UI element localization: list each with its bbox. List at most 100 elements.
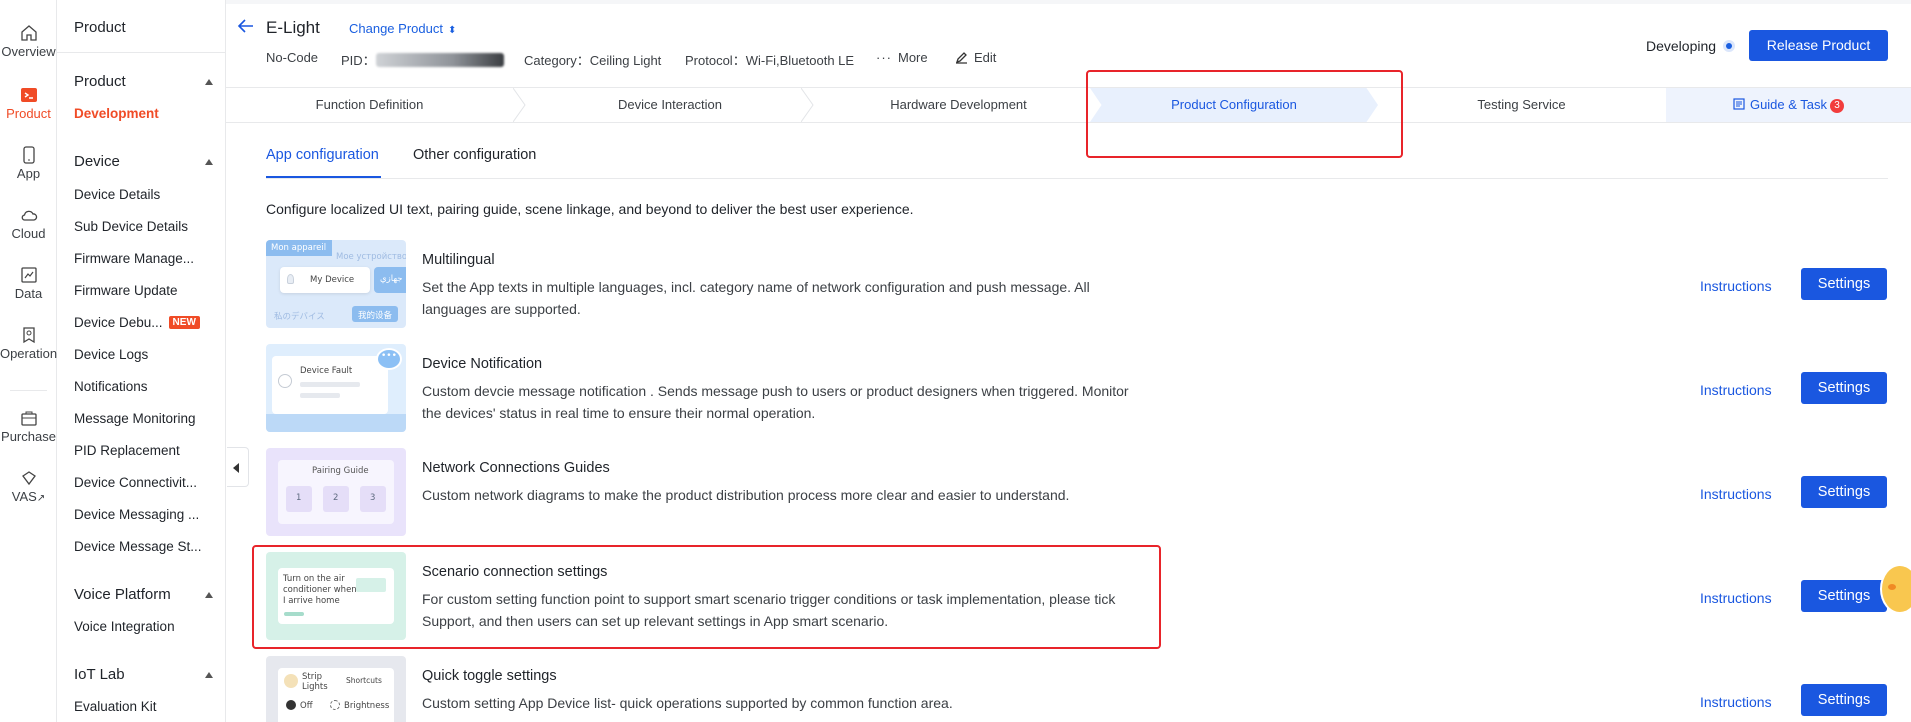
step-device-interaction[interactable]: Device Interaction [527, 88, 813, 122]
group-label: IoT Lab [74, 666, 125, 683]
rail-app[interactable]: App [0, 146, 57, 181]
thumb-text: Мое устройство [336, 252, 406, 262]
settings-button[interactable]: Settings [1801, 268, 1887, 300]
group-voice-platform[interactable]: Voice Platform [74, 586, 213, 603]
phone-icon [22, 146, 35, 164]
nav-item-device-message-stats[interactable]: Device Message St... [74, 539, 202, 554]
group-label: Device [74, 153, 120, 170]
rail-data[interactable]: Data [0, 266, 57, 301]
nav-item-sub-device-details[interactable]: Sub Device Details [74, 219, 188, 234]
divider [57, 52, 225, 53]
row-title: Device Notification [422, 356, 543, 372]
tab-other-configuration[interactable]: Other configuration [413, 147, 536, 163]
change-product-label: Change Product [349, 21, 443, 36]
instructions-link[interactable]: Instructions [1700, 382, 1772, 398]
rail-operation[interactable]: Operation [0, 326, 57, 361]
settings-button[interactable]: Settings [1801, 476, 1887, 508]
multilingual-thumbnail: Mon appareil Мое устройство My Device جه… [266, 240, 406, 328]
thumb-text: Shortcuts [346, 676, 382, 685]
rail-purchase[interactable]: Purchase [0, 409, 57, 444]
thumb-line [300, 393, 340, 398]
pid-field: PID： [341, 50, 504, 69]
rail-vas[interactable]: VAS↗ [0, 469, 57, 504]
group-label: Product [74, 73, 126, 90]
rail-divider [10, 390, 47, 391]
edit-pencil-icon [955, 52, 967, 64]
nav-item-pid-replacement[interactable]: PID Replacement [74, 443, 180, 458]
caret-up-icon [205, 79, 213, 85]
instructions-link[interactable]: Instructions [1700, 486, 1772, 502]
thumb-text: 2 [333, 493, 339, 503]
step-testing-service[interactable]: Testing Service [1378, 88, 1665, 122]
guide-task-button[interactable]: Guide & Task 3 [1666, 88, 1911, 122]
thumb-text: 我的设备 [358, 311, 393, 321]
more-dots-icon: ··· [876, 50, 892, 65]
row-description: Custom setting App Device list- quick op… [422, 695, 953, 711]
rail-label: Cloud [11, 226, 46, 241]
icon-rail: Overview Product App Cloud Data Operatio… [0, 0, 57, 722]
nav-item-voice-integration[interactable]: Voice Integration [74, 619, 175, 634]
home-icon [20, 25, 37, 41]
nav-item-device-logs[interactable]: Device Logs [74, 347, 148, 362]
nav-item-notifications[interactable]: Notifications [74, 379, 148, 394]
category-value: Ceiling Light [589, 53, 662, 68]
rail-label: Overview [1, 44, 56, 59]
product-icon [20, 88, 37, 102]
developing-status: Developing [1646, 38, 1733, 54]
thumb-text: جهازي [380, 274, 403, 284]
release-product-button[interactable]: Release Product [1749, 30, 1888, 61]
settings-button[interactable]: Settings [1801, 580, 1887, 612]
assistant-mascot-icon[interactable] [1882, 566, 1911, 612]
caret-up-icon [205, 592, 213, 598]
config-row-device-notification: Device Fault ••• Device Notification Cus… [266, 344, 1888, 432]
step-function-definition[interactable]: Function Definition [226, 88, 513, 122]
thumb-text: Strip [302, 672, 322, 682]
nav-item-message-monitoring[interactable]: Message Monitoring [74, 411, 196, 426]
notification-thumbnail: Device Fault ••• [266, 344, 406, 432]
group-iot-lab[interactable]: IoT Lab [74, 666, 213, 683]
more-label: More [898, 50, 928, 65]
more-button[interactable]: ··· More [876, 50, 928, 65]
rail-label: VAS↗ [0, 489, 63, 504]
highlight-box-product-configuration [1086, 70, 1403, 158]
collapse-sidebar-button[interactable] [227, 447, 249, 487]
edit-button[interactable]: Edit [955, 50, 996, 65]
nav-item-evaluation-kit[interactable]: Evaluation Kit [74, 699, 157, 714]
protocol-label: Protocol： [685, 53, 746, 68]
nav-item-device-debug[interactable]: Device Debu... NEW [74, 315, 200, 330]
nav-item-label: Device Debu... [74, 315, 163, 330]
change-product-dropdown[interactable]: Change Product ⬍ [349, 21, 456, 36]
settings-button[interactable]: Settings [1801, 372, 1887, 404]
nav-item-device-connectivity[interactable]: Device Connectivit... [74, 475, 197, 490]
settings-button[interactable]: Settings [1801, 684, 1887, 716]
instructions-link[interactable]: Instructions [1700, 590, 1772, 606]
nav-item-firmware-update[interactable]: Firmware Update [74, 283, 178, 298]
protocol-value: Wi-Fi,Bluetooth LE [745, 53, 855, 68]
rail-overview[interactable]: Overview [0, 24, 57, 59]
instructions-link[interactable]: Instructions [1700, 278, 1772, 294]
cloud-icon [21, 210, 37, 221]
step-bar: Function Definition Device Interaction H… [226, 87, 1911, 123]
back-arrow-icon[interactable] [237, 18, 255, 34]
pid-value-masked [375, 53, 504, 67]
secondary-nav: Product Product Development Device Devic… [57, 0, 226, 722]
intro-text: Configure localized UI text, pairing gui… [266, 201, 914, 217]
nav-item-development[interactable]: Development [74, 106, 159, 121]
no-code-label: No-Code [266, 50, 319, 65]
group-device[interactable]: Device [74, 153, 213, 170]
rail-label: Operation [0, 346, 58, 361]
nav-item-device-details[interactable]: Device Details [74, 187, 160, 202]
config-row-network-guides: Pairing Guide 1 2 3 Network Connections … [266, 448, 1888, 536]
step-hardware-development[interactable]: Hardware Development [815, 88, 1102, 122]
rail-cloud[interactable]: Cloud [0, 206, 57, 241]
nav-item-device-messaging[interactable]: Device Messaging ... [74, 507, 199, 522]
diamond-icon [21, 471, 36, 486]
instructions-link[interactable]: Instructions [1700, 694, 1772, 710]
mascot-beak [1888, 584, 1896, 590]
nav-item-firmware-manage[interactable]: Firmware Manage... [74, 251, 194, 266]
rail-product[interactable]: Product [0, 86, 57, 121]
tab-app-configuration[interactable]: App configuration [266, 147, 379, 163]
group-product[interactable]: Product [74, 73, 213, 90]
protocol-field: Protocol：Wi-Fi,Bluetooth LE [685, 50, 854, 69]
row-title: Network Connections Guides [422, 460, 610, 476]
